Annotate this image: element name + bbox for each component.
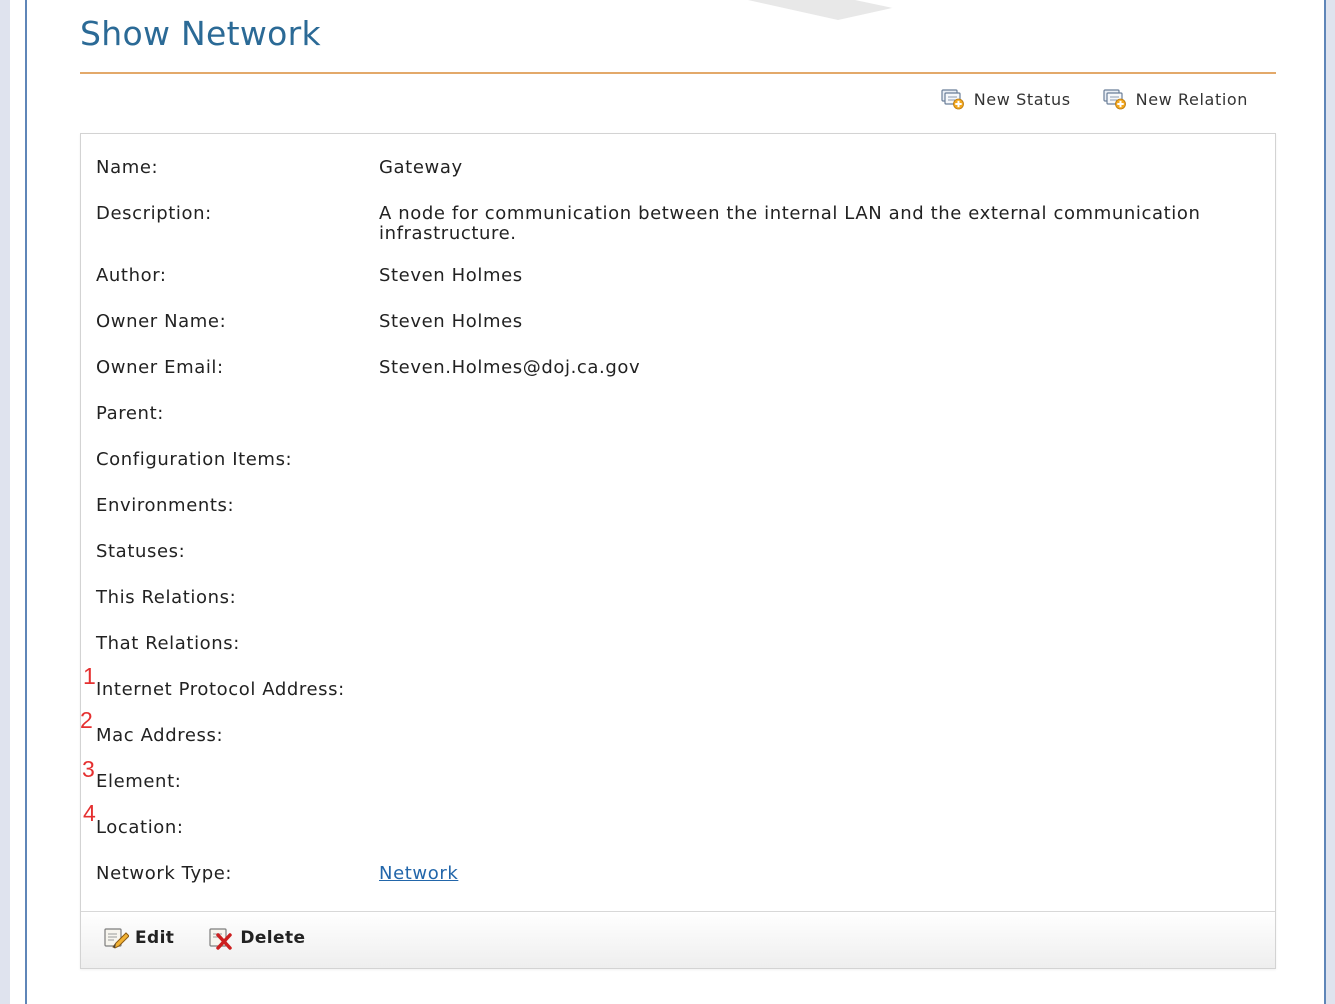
edit-label: Edit bbox=[135, 928, 175, 948]
delete-label: Delete bbox=[240, 928, 306, 948]
field-label: Parent: bbox=[96, 403, 164, 424]
edit-button[interactable]: Edit bbox=[103, 926, 174, 950]
field-label: Name: bbox=[96, 157, 159, 178]
left-gutter bbox=[0, 0, 10, 1004]
network-type-link[interactable]: Network bbox=[379, 863, 458, 884]
new-relation-icon bbox=[1103, 88, 1127, 110]
field-label: Description: bbox=[96, 203, 212, 224]
field-value: Gateway bbox=[379, 157, 463, 178]
field-label: That Relations: bbox=[96, 633, 240, 654]
new-status-link[interactable]: New Status bbox=[941, 88, 1071, 110]
field-label: Location: bbox=[96, 817, 184, 838]
field-value: Network bbox=[379, 864, 1249, 884]
right-gutter bbox=[1326, 0, 1335, 1004]
field-label: Internet Protocol Address: bbox=[96, 679, 345, 700]
new-relation-label: New Relation bbox=[1135, 89, 1248, 109]
field-label: Configuration Items: bbox=[96, 449, 293, 470]
field-label: Network Type: bbox=[96, 863, 233, 884]
new-status-icon bbox=[941, 88, 965, 110]
field-value: Steven.Holmes@doj.ca.gov bbox=[379, 357, 641, 378]
left-frame-border bbox=[25, 0, 27, 1004]
new-status-label: New Status bbox=[973, 89, 1071, 109]
field-label: Owner Email: bbox=[96, 357, 224, 378]
title-divider bbox=[80, 72, 1276, 74]
field-label: Owner Name: bbox=[96, 311, 227, 332]
field-value: Steven Holmes bbox=[379, 311, 523, 332]
field-label: Statuses: bbox=[96, 541, 186, 562]
field-label: Environments: bbox=[96, 495, 235, 516]
annotation-marker: 3 bbox=[82, 756, 95, 782]
details-panel: Name: Gateway Description: A node for co… bbox=[80, 133, 1276, 969]
action-bar: New Status New Relation bbox=[941, 88, 1248, 110]
field-label: Author: bbox=[96, 265, 167, 286]
footer-buttons: Edit Delete bbox=[103, 926, 305, 950]
annotation-marker: 4 bbox=[83, 800, 96, 826]
page-title: Show Network bbox=[80, 14, 321, 53]
field-value: Steven Holmes bbox=[379, 265, 523, 286]
field-label: This Relations: bbox=[96, 587, 237, 608]
field-label: Element: bbox=[96, 771, 182, 792]
annotation-marker: 2 bbox=[80, 707, 93, 733]
field-label: Mac Address: bbox=[96, 725, 224, 746]
annotation-marker: 1 bbox=[83, 663, 96, 689]
top-tab-shape-inner bbox=[855, 0, 959, 11]
delete-button[interactable]: Delete bbox=[208, 926, 305, 950]
delete-icon bbox=[208, 926, 234, 950]
new-relation-link[interactable]: New Relation bbox=[1103, 88, 1248, 110]
edit-icon bbox=[103, 926, 129, 950]
field-value: A node for communication between the int… bbox=[379, 203, 1201, 244]
panel-footer: Edit Delete bbox=[81, 911, 1275, 968]
